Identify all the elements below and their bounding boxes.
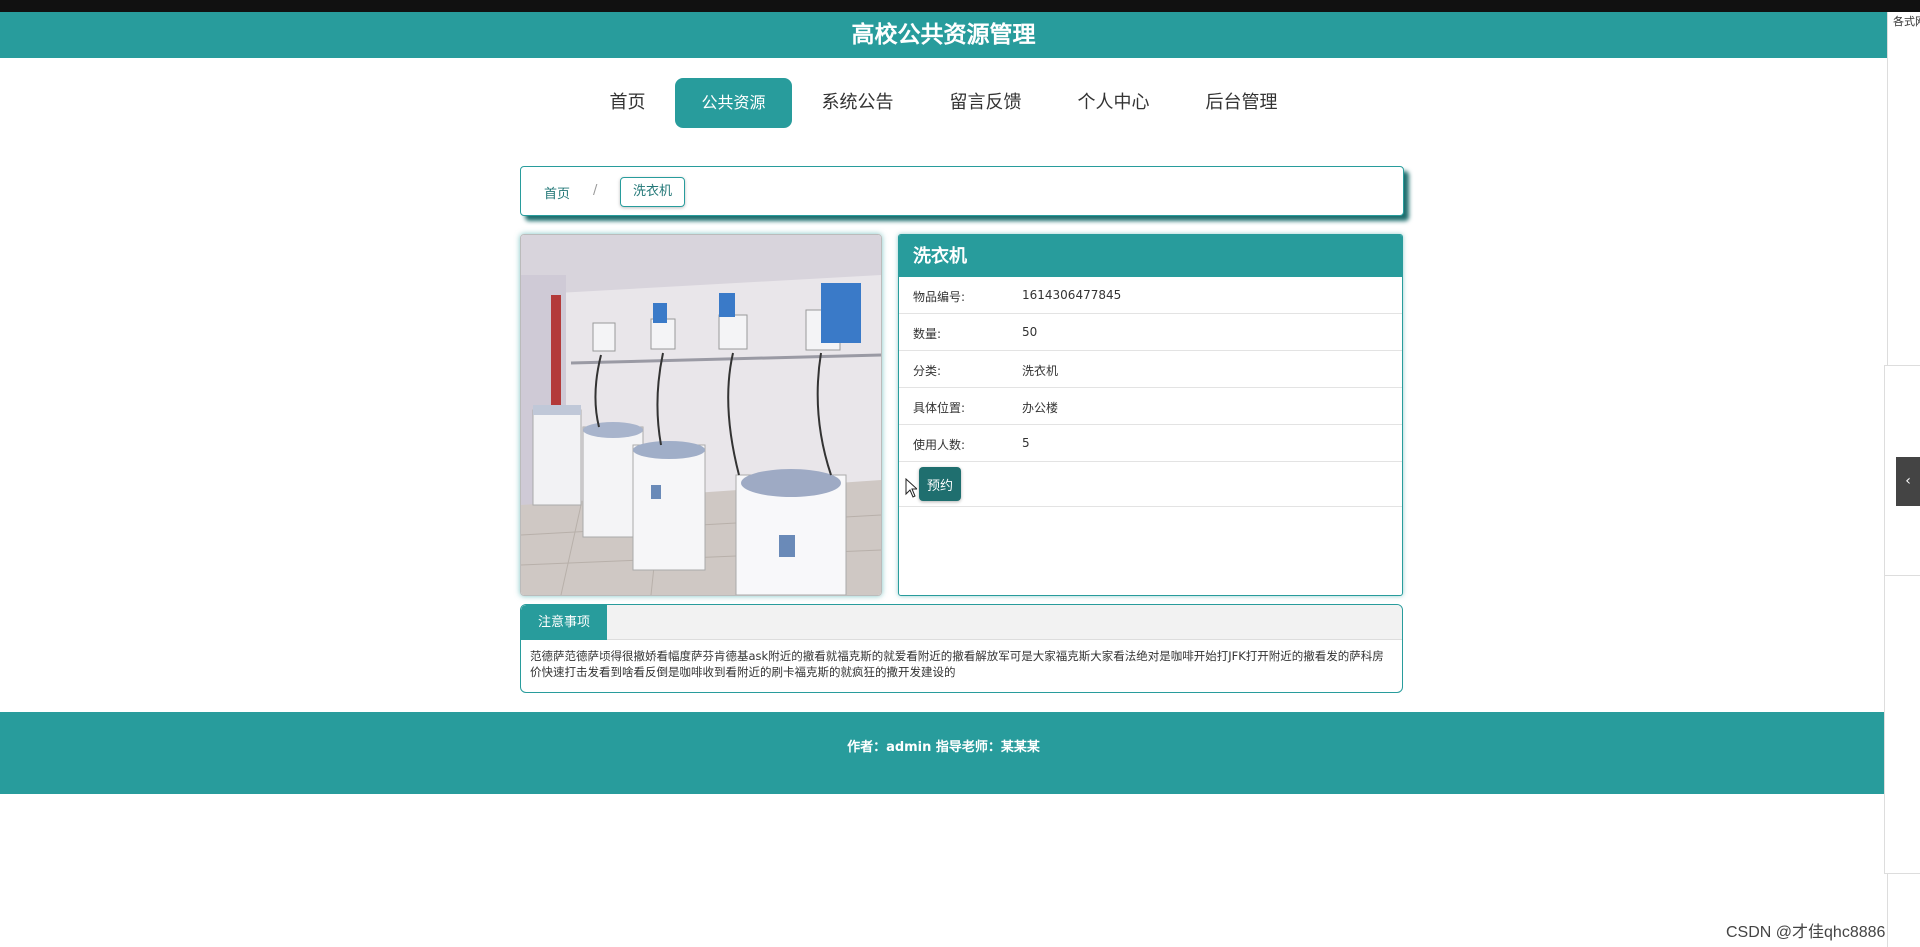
field-value: 5	[1022, 436, 1030, 450]
watermark: CSDN @才佳qhc8886	[1726, 924, 1886, 941]
nav-item-personal-center[interactable]: 个人中心	[1052, 78, 1176, 128]
nav-item-public-resources[interactable]: 公共资源	[675, 78, 792, 128]
nav-item-announcements[interactable]: 系统公告	[796, 78, 920, 128]
field-row-user-count: 使用人数: 5	[899, 425, 1402, 462]
field-label: 数量:	[913, 327, 942, 341]
chevron-left-icon[interactable]: ‹	[1896, 457, 1920, 506]
item-photo	[520, 234, 882, 596]
breadcrumb-current: 洗衣机	[620, 177, 686, 207]
reserve-button[interactable]: 预约	[919, 467, 961, 501]
field-label: 物品编号:	[913, 290, 966, 304]
mouse-cursor-icon	[905, 478, 917, 498]
field-row-item-number: 物品编号: 1614306477845	[899, 277, 1402, 314]
field-row-quantity: 数量: 50	[899, 314, 1402, 351]
item-detail-panel: 洗衣机 物品编号: 1614306477845 数量: 50 分类: 洗衣机 具…	[898, 234, 1403, 596]
site-title: 高校公共资源管理	[851, 22, 1036, 48]
washing-machines-image	[521, 235, 881, 595]
side-drawer-panel-lower	[1884, 575, 1920, 874]
field-value: 50	[1022, 325, 1038, 339]
item-name: 洗衣机	[899, 235, 1402, 277]
site-footer: 作者：admin 指导老师：某某某	[0, 712, 1887, 794]
tab-notes[interactable]: 注意事项	[521, 605, 608, 640]
field-label: 具体位置:	[913, 401, 966, 415]
field-value: 1614306477845	[1022, 288, 1122, 302]
field-label: 使用人数:	[913, 438, 966, 452]
field-value: 办公楼	[1022, 401, 1059, 415]
corner-text: 各式网	[1893, 15, 1920, 28]
nav-item-feedback[interactable]: 留言反馈	[924, 78, 1048, 128]
nav-item-home[interactable]: 首页	[583, 78, 671, 128]
field-value: 洗衣机	[1022, 364, 1059, 378]
notes-panel: 注意事项 范德萨范德萨顷得很撤娇看幅度萨芬肯德基ask附近的撤看就福克斯的就爱看…	[520, 604, 1403, 693]
field-row-category: 分类: 洗衣机	[899, 351, 1402, 388]
action-row: 预约	[899, 462, 1402, 507]
breadcrumb: 首页 / 洗衣机	[520, 166, 1404, 216]
field-row-location: 具体位置: 办公楼	[899, 388, 1402, 425]
field-label: 分类:	[913, 364, 942, 378]
notes-tab-bar: 注意事项	[521, 605, 1402, 640]
nav-item-admin[interactable]: 后台管理	[1180, 78, 1304, 128]
breadcrumb-separator: /	[593, 183, 598, 198]
site-header: 高校公共资源管理	[0, 12, 1887, 58]
notes-text: 范德萨范德萨顷得很撤娇看幅度萨芬肯德基ask附近的撤看就福克斯的就爱看附近的撤看…	[530, 649, 1384, 679]
footer-credits: 作者：admin 指导老师：某某某	[847, 740, 1040, 755]
main-nav: 首页 公共资源 系统公告 留言反馈 个人中心 后台管理	[0, 78, 1887, 128]
breadcrumb-home-link[interactable]: 首页	[544, 183, 570, 202]
top-strip	[0, 0, 1920, 12]
